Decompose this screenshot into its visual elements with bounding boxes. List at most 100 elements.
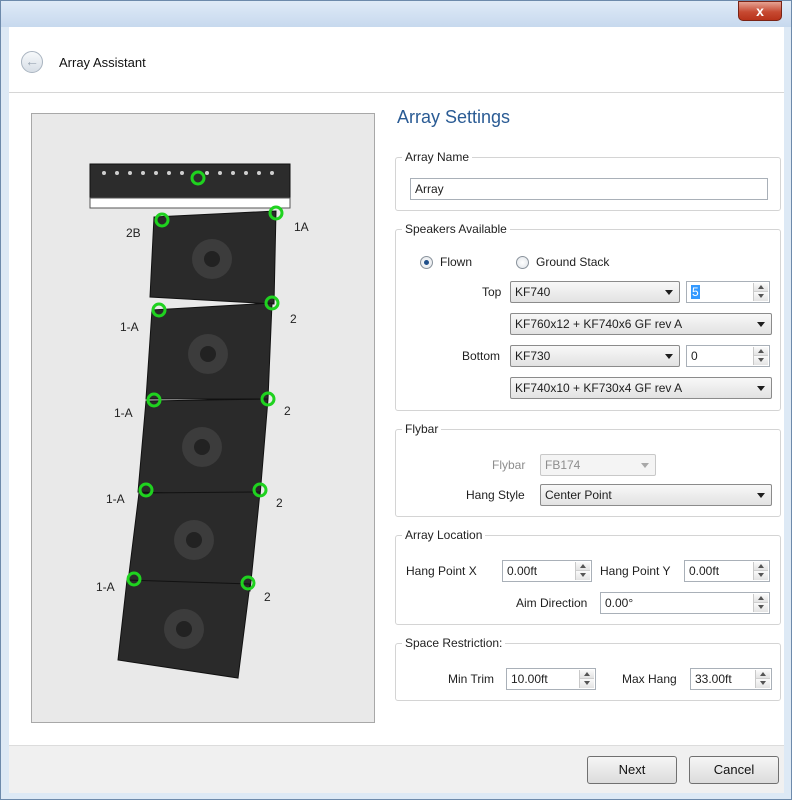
spin-buttons[interactable] bbox=[575, 562, 590, 580]
top-count-value: 5 bbox=[691, 285, 700, 299]
max-hang-label: Max Hang bbox=[622, 672, 677, 686]
bottom-config-select[interactable]: KF740x10 + KF730x4 GF rev A bbox=[510, 377, 772, 399]
spin-up-icon[interactable] bbox=[756, 670, 770, 679]
hang-point-x-label: Hang Point X bbox=[406, 564, 477, 578]
hang-point-x-stepper[interactable]: 0.00ft bbox=[502, 560, 592, 582]
top-count-stepper[interactable]: 5 bbox=[686, 281, 770, 303]
spin-up-icon[interactable] bbox=[754, 562, 768, 571]
close-button[interactable]: x bbox=[738, 1, 782, 21]
bottom-count-stepper[interactable]: 0 bbox=[686, 345, 770, 367]
flown-radio[interactable] bbox=[420, 256, 433, 269]
hang-point-x-value: 0.00ft bbox=[507, 564, 538, 578]
spin-buttons[interactable] bbox=[753, 562, 768, 580]
point-label: 2 bbox=[290, 312, 297, 326]
point-label: 1-A bbox=[106, 492, 125, 506]
speaker-cabinet-4 bbox=[127, 491, 261, 592]
max-hang-stepper[interactable]: 33.00ft bbox=[690, 668, 772, 690]
point-label: 1-A bbox=[96, 580, 115, 594]
next-button[interactable]: Next bbox=[587, 756, 677, 784]
wizard-title: Array Assistant bbox=[59, 55, 146, 70]
hang-point-y-label: Hang Point Y bbox=[600, 564, 671, 578]
flybar-graphic bbox=[89, 163, 291, 209]
point-label: 1-A bbox=[114, 406, 133, 420]
hang-style-value: Center Point bbox=[545, 488, 612, 502]
chevron-down-icon bbox=[757, 386, 765, 391]
spin-down-icon[interactable] bbox=[756, 679, 770, 688]
back-button[interactable]: ← bbox=[21, 51, 43, 73]
spin-down-icon[interactable] bbox=[754, 356, 768, 365]
ground-stack-label: Ground Stack bbox=[536, 255, 610, 269]
spin-buttons[interactable] bbox=[753, 594, 768, 612]
array-preview: 2B 1A 1-A 2 1-A 2 1-A 2 1-A 2 bbox=[31, 113, 375, 723]
wizard-header: ← Array Assistant bbox=[9, 27, 784, 93]
array-assistant-window: x ← Array Assistant 2B 1A 1-A 2 1-A 2 1-… bbox=[0, 0, 792, 800]
speaker-cabinet-5 bbox=[117, 579, 251, 679]
min-trim-stepper[interactable]: 10.00ft bbox=[506, 668, 596, 690]
flybar-legend: Flybar bbox=[402, 422, 442, 436]
wizard-footer: Next Cancel bbox=[9, 745, 784, 793]
min-trim-label: Min Trim bbox=[448, 672, 494, 686]
spin-buttons[interactable] bbox=[755, 670, 770, 688]
hang-style-label: Hang Style bbox=[466, 488, 525, 502]
point-label: 2 bbox=[284, 404, 291, 418]
aim-direction-label: Aim Direction bbox=[516, 596, 588, 610]
min-trim-value: 10.00ft bbox=[511, 672, 548, 686]
spin-buttons[interactable] bbox=[753, 347, 768, 365]
point-label: 1A bbox=[294, 220, 309, 234]
hang-style-select[interactable]: Center Point bbox=[540, 484, 772, 506]
chevron-down-icon bbox=[665, 290, 673, 295]
top-config-value: KF760x12 + KF740x6 GF rev A bbox=[515, 317, 683, 331]
chevron-down-icon bbox=[641, 463, 649, 468]
settings-title: Array Settings bbox=[397, 107, 511, 127]
array-name-group: Array Name Array bbox=[395, 150, 781, 211]
speaker-cabinet-1 bbox=[149, 210, 277, 305]
array-name-legend: Array Name bbox=[402, 150, 473, 164]
spin-down-icon[interactable] bbox=[754, 571, 768, 580]
hang-point-y-stepper[interactable]: 0.00ft bbox=[684, 560, 770, 582]
top-model-value: KF740 bbox=[515, 285, 551, 299]
spin-up-icon[interactable] bbox=[754, 283, 768, 292]
top-model-select[interactable]: KF740 bbox=[510, 281, 680, 303]
flybar-label: Flybar bbox=[492, 458, 526, 472]
spin-buttons[interactable] bbox=[753, 283, 768, 301]
hang-point-y-value: 0.00ft bbox=[689, 564, 720, 578]
spin-down-icon[interactable] bbox=[576, 571, 590, 580]
point-label: 1-A bbox=[120, 320, 139, 334]
spin-buttons[interactable] bbox=[579, 670, 594, 688]
speakers-available-group: Speakers Available Flown Ground Stack To… bbox=[395, 222, 781, 411]
top-label: Top bbox=[482, 285, 502, 299]
title-bar: x bbox=[1, 1, 791, 27]
ground-stack-radio[interactable] bbox=[516, 256, 529, 269]
array-name-input[interactable]: Array bbox=[410, 178, 768, 200]
wizard-content: 2B 1A 1-A 2 1-A 2 1-A 2 1-A 2 Array Sett… bbox=[9, 93, 784, 745]
array-location-legend: Array Location bbox=[402, 528, 486, 542]
spin-up-icon[interactable] bbox=[754, 594, 768, 603]
spin-down-icon[interactable] bbox=[754, 603, 768, 612]
aim-direction-stepper[interactable]: 0.00° bbox=[600, 592, 770, 614]
top-config-select[interactable]: KF760x12 + KF740x6 GF rev A bbox=[510, 313, 772, 335]
spin-up-icon[interactable] bbox=[576, 562, 590, 571]
spin-up-icon[interactable] bbox=[754, 347, 768, 356]
back-arrow-icon: ← bbox=[25, 53, 39, 69]
point-label: 2 bbox=[276, 496, 283, 510]
spin-down-icon[interactable] bbox=[580, 679, 594, 688]
spin-down-icon[interactable] bbox=[754, 292, 768, 301]
point-label: 2 bbox=[264, 590, 271, 604]
array-location-group: Array Location Hang Point X 0.00ft Hang … bbox=[395, 528, 781, 625]
flybar-group: Flybar Flybar FB174 Hang Style Center Po… bbox=[395, 422, 781, 517]
speaker-cabinet-3 bbox=[137, 398, 269, 497]
max-hang-value: 33.00ft bbox=[695, 672, 732, 686]
bottom-model-select[interactable]: KF730 bbox=[510, 345, 680, 367]
bottom-model-value: KF730 bbox=[515, 349, 551, 363]
bottom-label: Bottom bbox=[462, 349, 501, 363]
spin-up-icon[interactable] bbox=[580, 670, 594, 679]
flown-label: Flown bbox=[440, 255, 473, 269]
flybar-value: FB174 bbox=[545, 458, 581, 472]
cancel-button[interactable]: Cancel bbox=[689, 756, 779, 784]
chevron-down-icon bbox=[665, 354, 673, 359]
point-label: 2B bbox=[126, 226, 141, 240]
speakers-available-legend: Speakers Available bbox=[402, 222, 510, 236]
bottom-config-value: KF740x10 + KF730x4 GF rev A bbox=[515, 381, 683, 395]
chevron-down-icon bbox=[757, 322, 765, 327]
speaker-array-drawing bbox=[89, 163, 291, 679]
